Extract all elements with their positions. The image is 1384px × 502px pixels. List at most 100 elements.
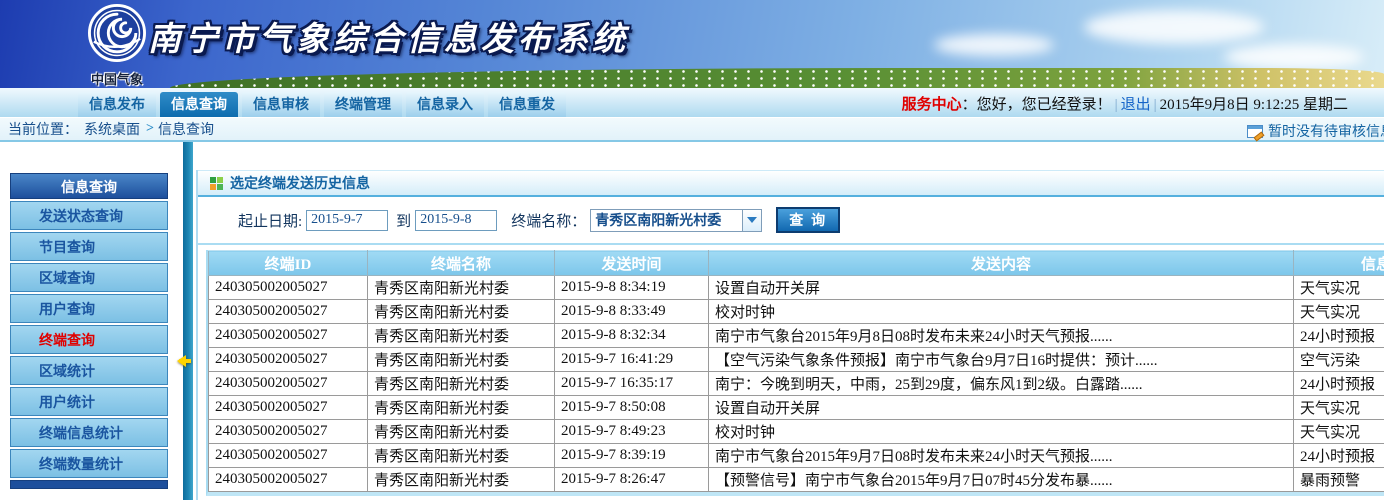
sidebar-item[interactable]: 区域统计 bbox=[10, 356, 168, 385]
sidebar-item[interactable]: 终端查询 bbox=[10, 325, 168, 354]
history-table: 终端ID终端名称发送时间发送内容信息位 240305002005027 青秀区南… bbox=[208, 250, 1384, 492]
nav-tab[interactable]: 信息审核 bbox=[242, 92, 320, 117]
logout-link[interactable]: 退出 bbox=[1121, 97, 1151, 113]
terminal-select-value: 青秀区南阳新光村委 bbox=[591, 210, 742, 230]
sidebar-item-label: 发送状态查询 bbox=[39, 208, 123, 224]
sidebar-menu: 发送状态查询 节目查询 区域查询 用户查询 终端查询 bbox=[10, 201, 168, 478]
sidebar-item[interactable]: 用户查询 bbox=[10, 294, 168, 323]
sidebar-footer bbox=[10, 480, 168, 489]
cell-send-content: 设置自动开关屏 bbox=[709, 396, 1294, 420]
cell-terminal-name: 青秀区南阳新光村委 bbox=[368, 348, 555, 372]
sidebar: 信息查询 发送状态查询 节目查询 区域查询 用户查询 bbox=[10, 173, 168, 489]
date-from-input[interactable] bbox=[306, 210, 388, 231]
dropdown-button[interactable] bbox=[742, 210, 761, 231]
table-row: 240305002005027 青秀区南阳新光村委 2015-9-8 8:34:… bbox=[209, 276, 1384, 300]
cell-terminal-id: 240305002005027 bbox=[209, 420, 368, 444]
nav-tab[interactable]: 终端管理 bbox=[324, 92, 402, 117]
document-pencil-icon bbox=[1247, 125, 1263, 138]
query-button[interactable]: 查 询 bbox=[776, 207, 840, 233]
sidebar-item-label: 节目查询 bbox=[39, 239, 95, 255]
cell-info-type: 24小时预报 bbox=[1294, 324, 1384, 348]
table-body: 240305002005027 青秀区南阳新光村委 2015-9-8 8:34:… bbox=[209, 276, 1384, 492]
cloud-decoration bbox=[934, 34, 1054, 56]
nav-tab[interactable]: 信息发布 bbox=[78, 92, 156, 117]
content-area: 信息查询 发送状态查询 节目查询 区域查询 用户查询 bbox=[0, 142, 1384, 500]
breadcrumb-label: 当前位置： bbox=[8, 119, 78, 139]
cell-terminal-name: 青秀区南阳新光村委 bbox=[368, 276, 555, 300]
login-greeting: ：您好，您已经登录！ bbox=[962, 97, 1112, 113]
sidebar-item[interactable]: 用户统计 bbox=[10, 387, 168, 416]
nav-tab-label: 信息发布 bbox=[89, 96, 145, 112]
cell-send-content: 设置自动开关屏 bbox=[709, 276, 1294, 300]
cell-send-time: 2015-9-7 8:26:47 bbox=[555, 468, 709, 492]
nav-tab-label: 信息查询 bbox=[171, 96, 227, 112]
table-column-header: 终端ID bbox=[209, 251, 368, 276]
sidebar-item[interactable]: 终端数量统计 bbox=[10, 449, 168, 478]
breadcrumb-row: 当前位置： 系统桌面 > 信息查询 暂时没有待审核信息 bbox=[0, 117, 1384, 142]
grid-squares-icon bbox=[210, 177, 223, 190]
filter-bar: 起止日期: 到 终端名称： 青秀区南阳新光村委 查 询 bbox=[198, 197, 1384, 245]
sidebar-item-label: 用户统计 bbox=[39, 394, 95, 410]
banner: 中国气象 南宁市气象综合信息发布系统 bbox=[0, 0, 1384, 88]
cell-send-content: 校对时钟 bbox=[709, 300, 1294, 324]
sidebar-item[interactable]: 发送状态查询 bbox=[10, 201, 168, 230]
table-column-header: 发送时间 bbox=[555, 251, 709, 276]
cell-info-type: 天气实况 bbox=[1294, 420, 1384, 444]
service-center-label: 服务中心 bbox=[902, 97, 962, 113]
nav-tabs: 信息发布 信息查询 信息审核 终端管理 信息录入 信息重发 bbox=[78, 92, 566, 117]
table-column-header: 发送内容 bbox=[709, 251, 1294, 276]
table-row: 240305002005027 青秀区南阳新光村委 2015-9-7 8:39:… bbox=[209, 444, 1384, 468]
cell-terminal-id: 240305002005027 bbox=[209, 372, 368, 396]
cell-terminal-name: 青秀区南阳新光村委 bbox=[368, 324, 555, 348]
breadcrumb-current: 信息查询 bbox=[158, 119, 214, 139]
cell-send-content: 【空气污染气象条件预报】南宁市气象台9月7日16时提供：预计...... bbox=[709, 348, 1294, 372]
cell-info-type: 天气实况 bbox=[1294, 300, 1384, 324]
breadcrumb-root[interactable]: 系统桌面 bbox=[84, 119, 140, 139]
chevron-down-icon bbox=[747, 217, 757, 228]
cell-send-time: 2015-9-7 8:50:08 bbox=[555, 396, 709, 420]
cell-info-type: 天气实况 bbox=[1294, 276, 1384, 300]
cell-terminal-id: 240305002005027 bbox=[209, 468, 368, 492]
nav-tab[interactable]: 信息录入 bbox=[406, 92, 484, 117]
cma-logo-icon bbox=[88, 4, 146, 62]
cell-send-content: 南宁：今晚到明天，中雨，25到29度，偏东风1到2级。白露踏...... bbox=[709, 372, 1294, 396]
sidebar-item-label: 用户查询 bbox=[39, 301, 95, 317]
sidebar-item[interactable]: 终端信息统计 bbox=[10, 418, 168, 447]
cell-send-time: 2015-9-8 8:33:49 bbox=[555, 300, 709, 324]
cell-terminal-id: 240305002005027 bbox=[209, 444, 368, 468]
sidebar-item-label: 终端信息统计 bbox=[39, 425, 123, 441]
nav-tab[interactable]: 信息查询 bbox=[160, 92, 238, 117]
main-panel: 选定终端发送历史信息 起止日期: 到 终端名称： 青秀区南阳新光村委 查 询 bbox=[196, 170, 1384, 500]
table-column-header: 信息位 bbox=[1294, 251, 1384, 276]
separator: | bbox=[1154, 97, 1157, 113]
terminal-select[interactable]: 青秀区南阳新光村委 bbox=[590, 209, 762, 232]
table-row: 240305002005027 青秀区南阳新光村委 2015-9-7 16:41… bbox=[209, 348, 1384, 372]
table-row: 240305002005027 青秀区南阳新光村委 2015-9-7 16:35… bbox=[209, 372, 1384, 396]
cell-terminal-name: 青秀区南阳新光村委 bbox=[368, 444, 555, 468]
cma-logo: 中国气象 bbox=[84, 4, 150, 88]
cell-send-content: 校对时钟 bbox=[709, 420, 1294, 444]
sidebar-item[interactable]: 节目查询 bbox=[10, 232, 168, 261]
date-to-input[interactable] bbox=[415, 210, 497, 231]
cell-send-time: 2015-9-7 16:41:29 bbox=[555, 348, 709, 372]
cell-info-type: 24小时预报 bbox=[1294, 372, 1384, 396]
sidebar-item-label: 终端查询 bbox=[39, 332, 95, 348]
nav-tab-label: 终端管理 bbox=[335, 96, 391, 112]
cell-send-time: 2015-9-7 8:49:23 bbox=[555, 420, 709, 444]
panel-title: 选定终端发送历史信息 bbox=[230, 173, 370, 193]
sidebar-item-label: 区域统计 bbox=[39, 363, 95, 379]
cell-info-type: 24小时预报 bbox=[1294, 444, 1384, 468]
date-range-label: 起止日期: bbox=[238, 210, 302, 231]
cell-terminal-id: 240305002005027 bbox=[209, 276, 368, 300]
cloud-decoration bbox=[1224, 44, 1364, 70]
breadcrumb-separator: > bbox=[146, 121, 154, 137]
cell-send-content: 南宁市气象台2015年9月7日08时发布未来24小时天气预报...... bbox=[709, 444, 1294, 468]
sidebar-item[interactable]: 区域查询 bbox=[10, 263, 168, 292]
nav-tab[interactable]: 信息重发 bbox=[488, 92, 566, 117]
collapse-sidebar-arrow[interactable] bbox=[171, 355, 191, 367]
sidebar-item-label: 终端数量统计 bbox=[39, 456, 123, 472]
cell-terminal-id: 240305002005027 bbox=[209, 396, 368, 420]
cell-info-type: 暴雨预警 bbox=[1294, 468, 1384, 492]
cell-send-content: 南宁市气象台2015年9月8日08时发布未来24小时天气预报...... bbox=[709, 324, 1294, 348]
arrow-stem bbox=[179, 359, 191, 363]
